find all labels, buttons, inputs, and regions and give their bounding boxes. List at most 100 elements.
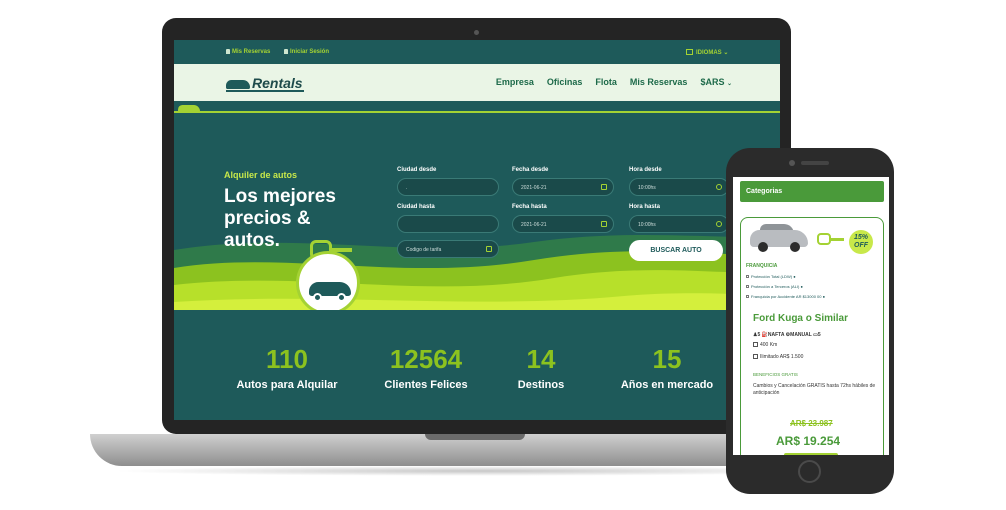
date-from-input[interactable]: 2021-06-21 [512,178,614,196]
login-label: Iniciar Sesión [290,49,330,55]
phone-screen: Categorias 15% OFF FRANQUICIA Protección… [733,177,889,455]
mini-car-icon [178,105,200,113]
stat-years: 15 Años en mercado [592,344,742,391]
stat-cars: 110 Autos para Alquilar [212,344,362,391]
car-photo [750,222,810,252]
nav-item-currency[interactable]: $ARS ⌄ [700,77,732,87]
franchise-option-label: Protección a Terceros (ALI) [751,284,800,289]
franchise-option-label: Franquicia por Accidente AR $13000 00 [751,294,822,299]
time-to-input[interactable]: 10:00hs [629,215,729,233]
car-wheel [337,293,346,302]
reserve-button[interactable] [784,453,838,455]
time-from-value: 10:00hs [638,185,656,191]
city-to-label: Ciudad hasta [397,204,435,210]
logo-text: Rentals [252,75,303,91]
phone-camera [789,160,795,166]
clock-icon [716,184,722,190]
time-to-value: 10:00hs [638,222,656,228]
city-from-label: Ciudad desde [397,167,437,173]
stat-label: Años en mercado [620,379,714,391]
top-bar: Mis Reservas Iniciar Sesión IDIOMAS ⌄ [174,40,780,64]
benefits-label: BENEFICIOS GRATIS [753,372,798,377]
stats-section: 110 Autos para Alquilar 12564 Clientes F… [174,310,780,420]
spec-doors: 5 [817,332,821,338]
date-to-label: Fecha hasta [512,204,547,210]
calendar-icon [601,221,607,227]
stat-value: 15 [652,344,682,374]
car-specs: ♟5 ⛽NAFTA ⚙MANUAL ▭5 [753,332,821,338]
calendar-icon [601,184,607,190]
clock-icon [716,221,722,227]
date-from-label: Fecha desde [512,167,549,173]
promo-code-input[interactable]: Codigo de tarifa [397,240,499,258]
date-from-value: 2021-06-21 [521,185,547,191]
time-to-label: Hora hasta [629,204,661,210]
lock-icon [284,49,288,54]
nav-item-oficinas[interactable]: Oficinas [547,77,583,87]
km-option-label: 400 Km [760,342,778,348]
checkbox[interactable] [746,275,749,278]
login-link[interactable]: Iniciar Sesión [284,49,329,55]
km-option[interactable]: 400 Km [753,342,777,348]
nav-item-empresa[interactable]: Empresa [496,77,534,87]
language-label: IDIOMAS [696,50,722,56]
hero-kicker: Alquiler de autos [224,170,298,180]
laptop-camera [474,30,479,35]
currency-label: $ARS [700,77,725,87]
info-icon: ● [793,274,796,279]
my-reservations-label: Mis Reservas [232,49,271,55]
key-icon [817,233,831,245]
checkbox[interactable] [753,354,758,359]
time-from-label: Hora desde [629,167,662,173]
car-wheel [790,242,800,252]
checkbox[interactable] [746,285,749,288]
key-shaft [830,238,844,241]
car-wheel [313,293,322,302]
nav-item-mis-reservas[interactable]: Mis Reservas [630,77,688,87]
language-icon [686,49,693,55]
city-to-input[interactable] [397,215,499,233]
nav-menu: Empresa Oficinas Flota Mis Reservas $ARS… [496,77,732,87]
stat-value: 110 [266,344,308,374]
info-icon: ● [800,284,803,289]
phone-speaker [801,161,829,165]
phone-home-button [798,460,821,483]
spec-seats: 5 [757,332,761,338]
unlimited-option[interactable]: Ilimitado AR$ 1.500 [753,354,803,360]
date-to-value: 2021-06-21 [521,222,547,228]
road-line [174,111,780,113]
car-badge-icon [296,251,360,315]
date-to-input[interactable]: 2021-06-21 [512,215,614,233]
checkbox[interactable] [753,342,758,347]
city-from-input[interactable]: . [397,178,499,196]
stat-label: Autos para Alquilar [236,379,338,391]
spec-transmission: MANUAL [790,332,812,338]
car-name: Ford Kuga o Similar [753,313,849,324]
chevron-down-icon: ⌄ [726,81,732,87]
nav-item-flota[interactable]: Flota [595,77,617,87]
chevron-down-icon: ⌄ [723,50,729,56]
navbar: Rentals Empresa Oficinas Flota Mis Reser… [174,64,780,101]
user-icon [226,49,230,54]
laptop-screen: Mis Reservas Iniciar Sesión IDIOMAS ⌄ Re… [174,40,780,420]
new-price: AR$ 19.254 [776,434,841,448]
hero-title: Los mejores precios & autos. [224,186,336,251]
city-from-value: . [406,185,408,191]
discount-badge: 15% OFF [849,230,873,254]
franchise-option[interactable]: Protección a Terceros (ALI) ● [746,284,803,289]
checkbox[interactable] [746,295,749,298]
franchise-option[interactable]: Franquicia por Accidente AR $13000 00 ● [746,294,825,299]
categories-bar[interactable]: Categorias [740,181,884,202]
franchise-option[interactable]: Protección Total (LDW) ● [746,274,796,279]
my-reservations-link[interactable]: Mis Reservas [226,49,270,55]
laptop-notch [425,434,525,440]
promo-code-placeholder: Codigo de tarifa [406,247,442,253]
search-car-button[interactable]: BUSCAR AUTO [629,240,723,261]
time-from-input[interactable]: 10:00hs [629,178,729,196]
language-dropdown[interactable]: IDIOMAS ⌄ [686,49,728,56]
unlimited-option-label: Ilimitado AR$ 1.500 [760,354,804,360]
ticket-icon [486,246,492,252]
logo-underline [226,90,304,92]
car-wheel [758,242,768,252]
old-price: AR$ 23.987 [790,419,833,428]
